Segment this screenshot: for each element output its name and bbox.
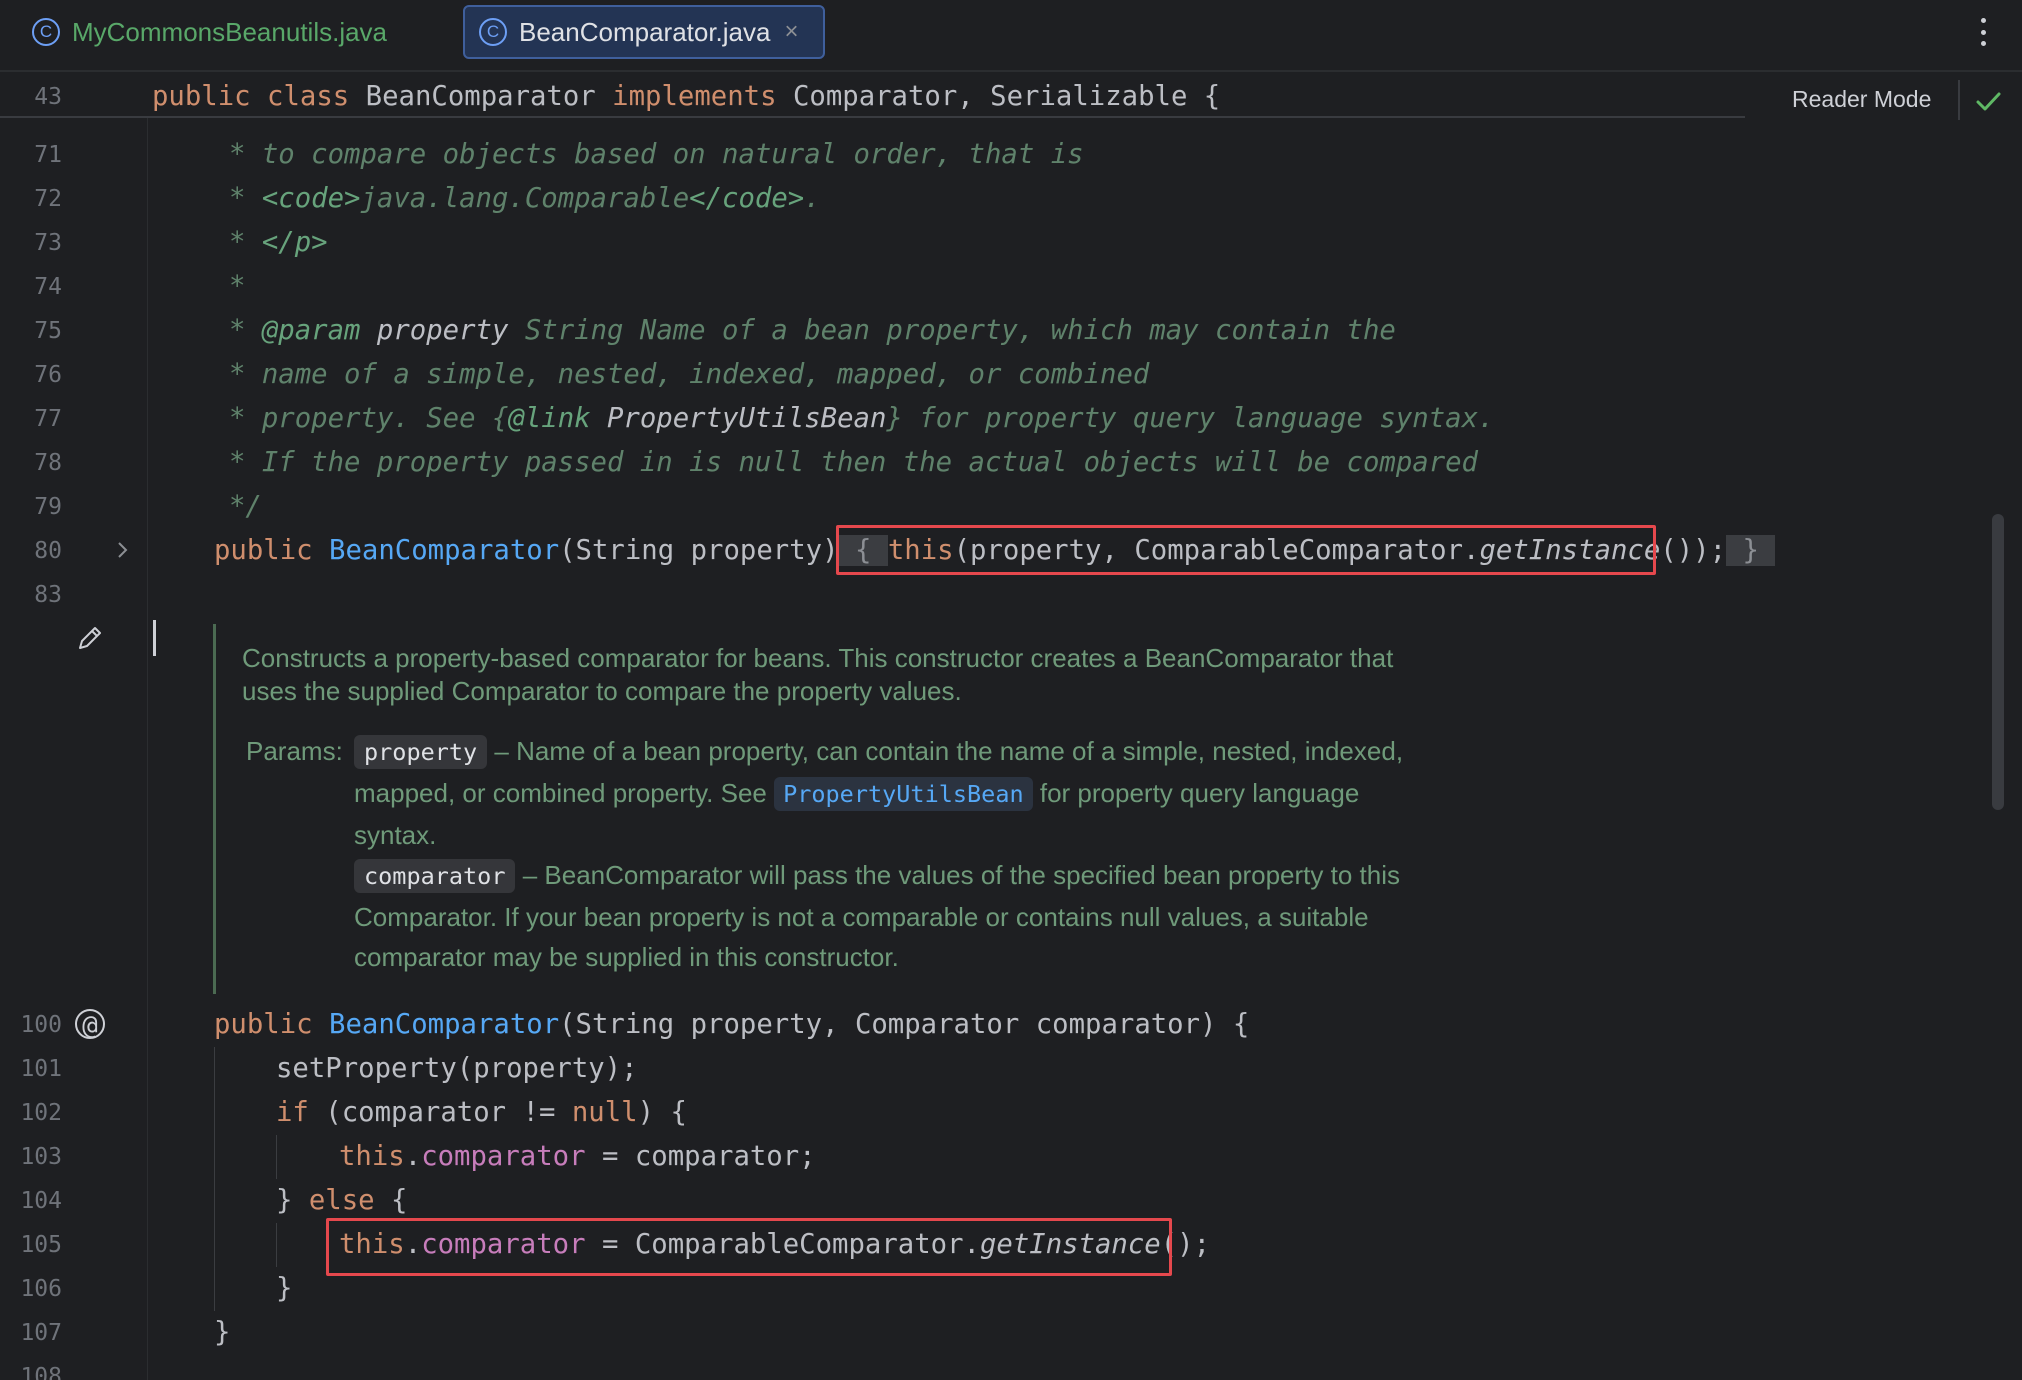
code-line-103: this.comparator = comparator; (339, 1141, 816, 1172)
param-comparator-line-2: Comparator. If your bean property is not… (354, 902, 1369, 932)
line-number: 78 (34, 450, 62, 476)
line-number: 102 (20, 1100, 62, 1126)
code-line-72: * <code>java.lang.Comparable</code>. (229, 183, 821, 214)
line-number: 73 (34, 230, 62, 256)
tab-beancomparator[interactable]: C BeanComparator.java × (463, 5, 825, 59)
code-line-71: * to compare objects based on natural or… (229, 139, 1084, 170)
doc-summary-line-1: Constructs a property-based comparator f… (242, 643, 1394, 673)
highlight-box (326, 1218, 1172, 1276)
line-number: 105 (20, 1232, 62, 1258)
divider (1958, 80, 1960, 120)
tab-label: MyCommonsBeanutils.java (72, 16, 388, 47)
close-icon[interactable]: × (784, 18, 798, 46)
line-number: 104 (20, 1188, 62, 1214)
doc-border (213, 624, 216, 994)
param-property: property – Name of a bean property, can … (354, 735, 1403, 769)
param-name-pill: property (354, 735, 488, 769)
param-property-line-3: syntax. (354, 820, 437, 850)
class-icon: C (32, 18, 60, 46)
line-number: 75 (34, 318, 62, 344)
code-line-107: } (214, 1317, 231, 1348)
line-number: 43 (34, 84, 62, 110)
implements-at-icon[interactable]: @ (75, 1009, 105, 1041)
code-line-101: setProperty(property); (276, 1053, 638, 1084)
line-number: 79 (34, 494, 62, 520)
gutter-divider (147, 118, 148, 1380)
code-line-104: } else { (276, 1185, 408, 1216)
line-number: 74 (34, 274, 62, 300)
param-property-line-2: mapped, or combined property. See Proper… (354, 777, 1359, 811)
tab-label: BeanComparator.java (519, 16, 771, 47)
line-number: 100 (20, 1012, 62, 1038)
param-name-pill: comparator (354, 859, 516, 893)
sticky-code-line: public class BeanComparator implements C… (152, 81, 1221, 112)
chevron-right-icon[interactable] (112, 540, 132, 560)
line-number: 101 (20, 1056, 62, 1082)
more-options-icon[interactable] (1968, 12, 1998, 52)
code-line-78: * If the property passed in is null then… (229, 447, 1478, 478)
code-line-75: * @param property String Name of a bean … (229, 315, 1396, 346)
editor-tab-bar: C MyCommonsBeanutils.java C BeanComparat… (0, 0, 2022, 72)
line-number: 77 (34, 406, 62, 432)
vertical-scrollbar[interactable] (1992, 514, 2004, 810)
highlight-box (836, 525, 1656, 575)
params-label: Params: (246, 736, 343, 766)
line-number: 76 (34, 362, 62, 388)
text-caret (153, 620, 156, 656)
pencil-icon[interactable] (74, 622, 106, 654)
code-line-77: * property. See {@link PropertyUtilsBean… (229, 403, 1495, 434)
code-line-102: if (comparator != null) { (276, 1097, 687, 1128)
line-number: 83 (34, 582, 62, 608)
line-number: 106 (20, 1276, 62, 1302)
code-line-73: * </p> (229, 227, 328, 258)
code-line-76: * name of a simple, nested, indexed, map… (229, 359, 1150, 390)
param-comparator: comparator – BeanComparator will pass th… (354, 859, 1400, 893)
line-number: 72 (34, 186, 62, 212)
line-number: 71 (34, 142, 62, 168)
line-number: 107 (20, 1320, 62, 1346)
code-line-106: } (276, 1273, 293, 1304)
line-number: 103 (20, 1144, 62, 1170)
indent-guide (214, 1047, 215, 1311)
property-utils-bean-link[interactable]: PropertyUtilsBean (774, 777, 1033, 811)
doc-summary-line-2: uses the supplied Comparator to compare … (242, 676, 962, 706)
code-line-79: */ (229, 491, 262, 522)
line-number: 80 (34, 538, 62, 564)
indent-guide (276, 1223, 277, 1267)
check-icon[interactable] (1973, 86, 2003, 116)
class-icon: C (479, 18, 507, 46)
tab-mycommonsbeanutils[interactable]: C MyCommonsBeanutils.java (18, 5, 403, 59)
reader-mode-button[interactable]: Reader Mode (1792, 86, 1931, 113)
indent-guide (276, 1135, 277, 1179)
code-line-74: * (229, 271, 246, 302)
line-number: 108 (20, 1364, 62, 1380)
param-comparator-line-3: comparator may be supplied in this const… (354, 942, 899, 972)
code-line-100: public BeanComparator(String property, C… (214, 1009, 1250, 1040)
